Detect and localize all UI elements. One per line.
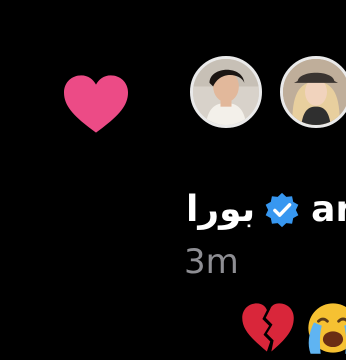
verified-badge-icon <box>265 192 299 228</box>
heart-icon[interactable] <box>62 74 130 134</box>
display-name[interactable]: بورا <box>186 188 255 232</box>
loudly-crying-face-icon[interactable] <box>305 300 346 356</box>
timestamp: 3m <box>184 242 239 282</box>
broken-heart-icon[interactable] <box>240 300 296 356</box>
avatar-1[interactable] <box>190 56 262 128</box>
reply-header: بورا ar <box>186 188 346 232</box>
avatar-2[interactable] <box>280 56 346 128</box>
username[interactable]: ar <box>311 188 346 232</box>
